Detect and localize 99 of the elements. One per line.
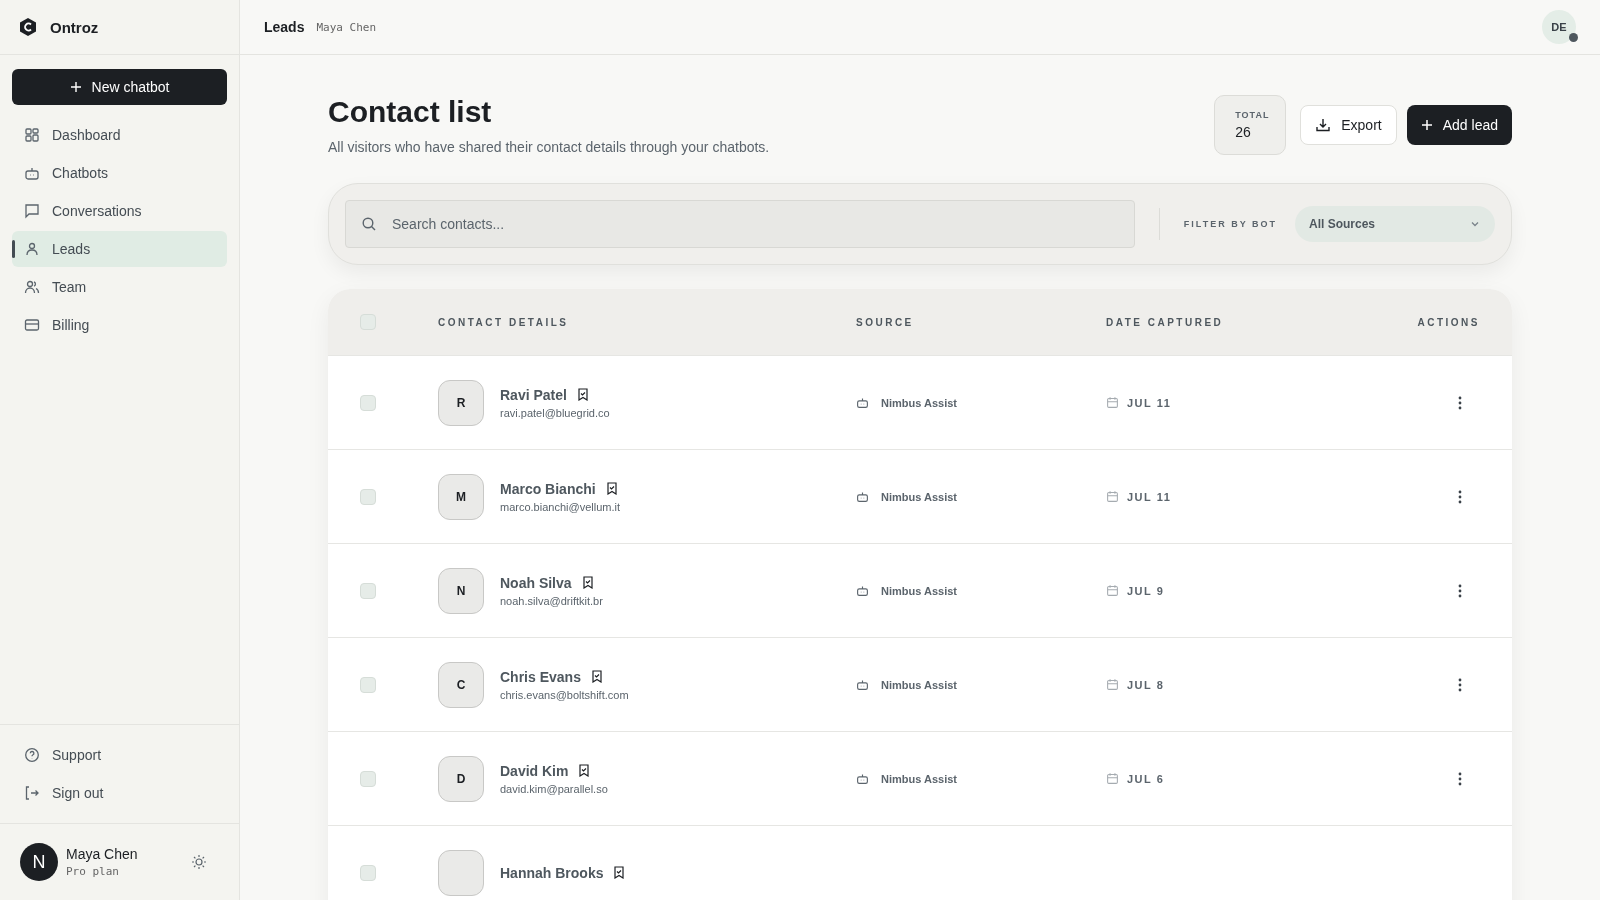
search-icon: [361, 216, 377, 232]
help-icon: [24, 747, 40, 763]
capture-date: JUL 6: [1127, 772, 1165, 785]
chat-bubble-icon: [24, 203, 40, 219]
status-dot: [1569, 33, 1578, 42]
contact-avatar: M: [438, 473, 484, 520]
source-name: Nimbus Assist: [881, 772, 957, 785]
capture-date: JUL 11: [1127, 396, 1172, 409]
contact-avatar: N: [438, 567, 484, 614]
capture-date: JUL 8: [1127, 678, 1165, 691]
calendar-icon: [1106, 490, 1119, 503]
contact-name[interactable]: Ravi Patel: [500, 386, 567, 403]
bookmark-check-icon: [613, 866, 626, 879]
credit-card-icon: [24, 317, 40, 333]
robot-icon: [856, 584, 869, 597]
contact-email: ravi.patel@bluegrid.co: [500, 406, 610, 419]
contact-name[interactable]: Marco Bianchi: [500, 480, 596, 497]
user-name: Maya Chen: [66, 846, 139, 862]
robot-icon: [856, 396, 869, 409]
plus-icon: [1420, 119, 1433, 131]
user-avatar: N: [20, 843, 58, 881]
nav-item[interactable]: Billing: [12, 307, 227, 343]
filter-label: FILTER BY BOT: [1183, 219, 1277, 229]
contact-email: marco.bianchi@vellum.it: [500, 500, 620, 513]
source-name: Nimbus Assist: [881, 396, 957, 409]
column-header: CONTACT DETAILS: [438, 316, 570, 328]
contact-avatar: [438, 849, 484, 896]
row-checkbox[interactable]: [360, 582, 376, 599]
total-count: 26: [1235, 124, 1252, 140]
hexagon-logo-icon: [18, 17, 38, 37]
download-icon: [1315, 117, 1332, 133]
sun-icon[interactable]: [191, 854, 207, 870]
page-description: All visitors who have shared their contact details through your chatbots.: [328, 139, 771, 155]
contact-avatar: C: [438, 661, 484, 708]
bookmark-check-icon: [605, 482, 618, 495]
contact-email: noah.silva@driftkit.br: [500, 594, 603, 607]
header-subtitle: Maya Chen: [316, 20, 377, 34]
user-plan: Pro plan: [66, 865, 120, 878]
select-all-checkbox[interactable]: [360, 314, 376, 330]
row-checkbox[interactable]: [360, 770, 376, 787]
user-avatar[interactable]: DE: [1542, 10, 1576, 44]
more-options-icon[interactable]: [1458, 489, 1462, 504]
more-options-icon[interactable]: [1458, 583, 1462, 598]
source-dropdown[interactable]: All Sources: [1295, 206, 1495, 242]
source-name: Nimbus Assist: [881, 490, 957, 503]
robot-icon: [24, 165, 40, 181]
grid-icon: [24, 127, 40, 143]
page-title: Contact list: [328, 95, 493, 129]
nav-item[interactable]: Leads: [12, 231, 227, 267]
bookmark-check-icon: [576, 388, 589, 401]
nav-item[interactable]: Dashboard: [12, 117, 227, 153]
source-name: Nimbus Assist: [881, 678, 957, 691]
brand-name: Ontroz: [50, 18, 99, 36]
capture-date: JUL 11: [1127, 490, 1172, 503]
export-button[interactable]: Export: [1300, 105, 1397, 145]
column-header: ACTIONS: [1416, 316, 1481, 328]
nav-item[interactable]: Conversations: [12, 193, 227, 229]
robot-icon: [856, 772, 869, 785]
more-options-icon[interactable]: [1458, 771, 1462, 786]
search-field[interactable]: Search contacts...: [345, 200, 1135, 248]
page-heading: Leads: [264, 19, 305, 35]
plus-icon: [69, 81, 82, 93]
nav-item[interactable]: Team: [12, 269, 227, 305]
sign-out-icon: [24, 785, 40, 801]
contact-email: david.kim@parallel.so: [500, 782, 608, 795]
nav-item[interactable]: Support: [12, 737, 227, 773]
add-lead-button[interactable]: Add lead: [1406, 105, 1512, 145]
contact-name[interactable]: Hannah Brooks: [500, 864, 604, 881]
robot-icon: [856, 678, 869, 691]
bookmark-check-icon: [581, 576, 594, 589]
capture-date: JUL 9: [1127, 584, 1165, 597]
robot-icon: [856, 490, 869, 503]
nav-item[interactable]: Chatbots: [12, 155, 227, 191]
row-checkbox[interactable]: [360, 676, 376, 693]
contact-name[interactable]: Chris Evans: [500, 668, 581, 685]
bookmark-check-icon: [590, 670, 603, 683]
row-checkbox[interactable]: [360, 394, 376, 411]
source-name: Nimbus Assist: [881, 584, 957, 597]
new-chatbot-button[interactable]: New chatbot: [12, 69, 227, 105]
total-label: TOTAL: [1235, 110, 1271, 120]
row-checkbox[interactable]: [360, 864, 376, 881]
calendar-icon: [1106, 772, 1119, 785]
calendar-icon: [1106, 396, 1119, 409]
contact-avatar: D: [438, 755, 484, 802]
person-icon: [24, 241, 40, 257]
more-options-icon[interactable]: [1458, 677, 1462, 692]
nav-item[interactable]: Sign out: [12, 775, 227, 811]
contact-email: chris.evans@boltshift.com: [500, 688, 629, 701]
contact-name[interactable]: David Kim: [500, 762, 569, 779]
row-checkbox[interactable]: [360, 488, 376, 505]
column-header: DATE CAPTURED: [1106, 316, 1225, 328]
contact-name[interactable]: Noah Silva: [500, 574, 572, 591]
column-header: SOURCE: [856, 316, 915, 328]
people-icon: [24, 279, 40, 295]
calendar-icon: [1106, 584, 1119, 597]
more-options-icon[interactable]: [1458, 395, 1462, 410]
bookmark-check-icon: [578, 764, 591, 777]
contact-avatar: R: [438, 379, 484, 426]
calendar-icon: [1106, 678, 1119, 691]
